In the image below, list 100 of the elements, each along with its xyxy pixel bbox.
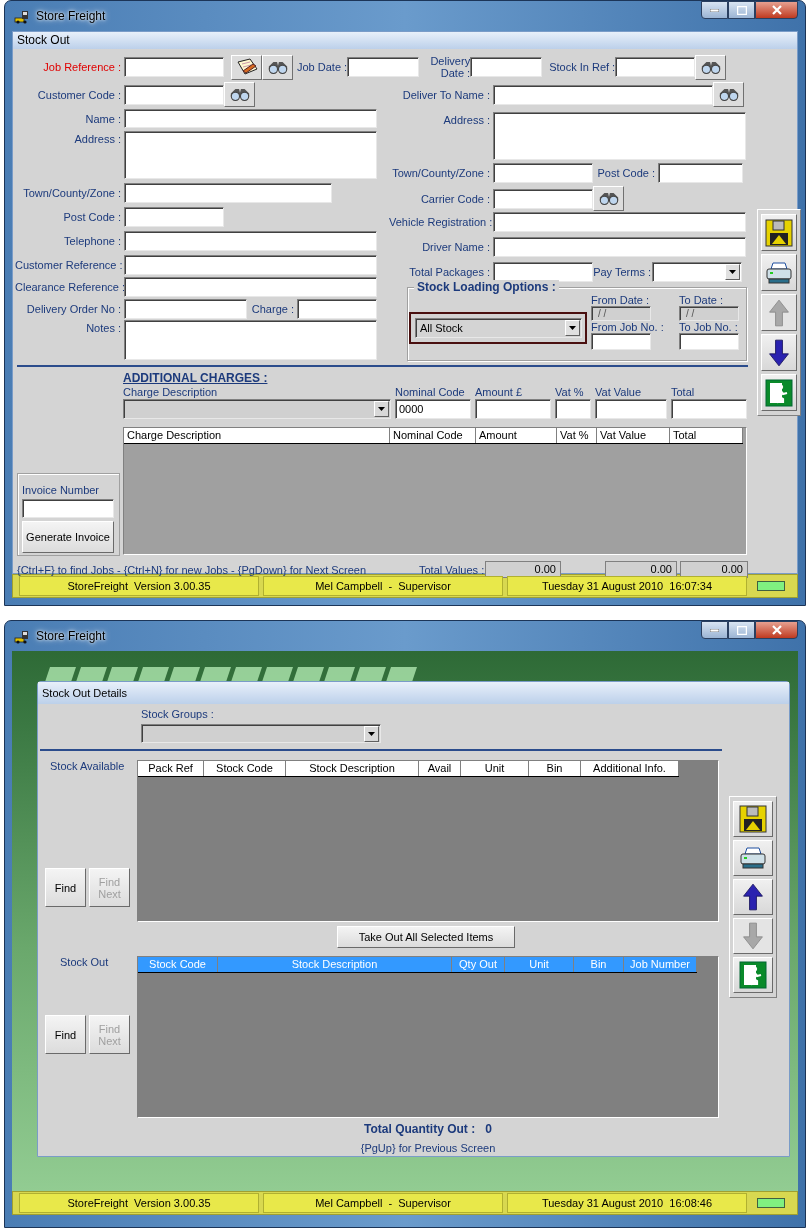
maximize-button[interactable] xyxy=(728,1,755,19)
search-button[interactable] xyxy=(695,54,727,80)
shortcut-hint: {PgUp} for Previous Screen xyxy=(360,1142,496,1154)
invoice-number-field[interactable] xyxy=(22,499,114,518)
pay-terms-dropdown[interactable] xyxy=(652,262,742,282)
save-button[interactable] xyxy=(733,801,773,837)
delivery-address-field[interactable] xyxy=(493,112,746,160)
total-quantity-value: 0 xyxy=(485,1122,492,1136)
printer-icon xyxy=(739,844,767,872)
stock-filter-dropdown[interactable]: All Stock xyxy=(415,318,582,338)
dropdown-arrow-icon xyxy=(569,326,576,330)
customer-code-field[interactable] xyxy=(124,84,224,105)
form-title: Stock Out Details xyxy=(42,687,127,699)
find-button[interactable]: Find xyxy=(45,868,86,907)
delivery-date-field[interactable] xyxy=(470,57,543,77)
charge-field[interactable] xyxy=(297,299,377,319)
column-header[interactable]: Nominal Code xyxy=(390,428,476,443)
post-code-field[interactable] xyxy=(124,207,224,227)
field-label: Stock In Ref : xyxy=(549,61,616,73)
print-button[interactable] xyxy=(761,254,797,291)
field-label: Town/County/Zone : xyxy=(391,167,491,179)
stock-in-ref-field[interactable] xyxy=(615,57,696,77)
binoculars-icon xyxy=(597,192,620,205)
deliver-to-name-field[interactable] xyxy=(493,84,713,105)
form-title: Stock Out xyxy=(17,33,70,47)
vehicle-registration-field[interactable] xyxy=(493,212,746,232)
job-number-field[interactable] xyxy=(679,333,739,350)
up-arrow-icon xyxy=(741,882,765,912)
search-button[interactable] xyxy=(593,186,624,211)
delivery-town-field[interactable] xyxy=(493,163,593,183)
minimize-button[interactable] xyxy=(701,1,728,19)
minimize-button[interactable] xyxy=(701,621,728,639)
input-label: Charge Description xyxy=(123,386,219,398)
field-label: Address : xyxy=(442,113,491,126)
status-panel: StoreFreight Version 3.00.35 xyxy=(19,576,259,596)
window-title: Store Freight xyxy=(36,9,106,23)
options-title: Stock Loading Options : xyxy=(414,280,559,294)
search-button[interactable] xyxy=(224,82,255,107)
carrier-code-field[interactable] xyxy=(493,188,593,209)
field-label: Total Packages : xyxy=(408,266,491,278)
charge-input-field[interactable] xyxy=(555,399,591,419)
generate-invoice-button[interactable]: Generate Invoice xyxy=(22,521,114,553)
job-reference-field[interactable] xyxy=(124,57,224,77)
column-header[interactable]: Unit xyxy=(461,761,529,776)
column-header[interactable]: Vat % xyxy=(557,428,597,443)
column-header[interactable]: Avail xyxy=(419,761,461,776)
charge-input-field[interactable] xyxy=(671,399,747,419)
clearance-reference-field[interactable] xyxy=(124,277,377,297)
search-button[interactable] xyxy=(713,82,744,107)
column-header[interactable]: Bin xyxy=(529,761,581,776)
column-header[interactable]: Charge Description xyxy=(124,428,390,443)
job-date-field[interactable] xyxy=(347,57,420,77)
charge-input-field[interactable]: 0000 xyxy=(395,399,471,419)
search-button[interactable] xyxy=(262,54,293,80)
town-field[interactable] xyxy=(124,183,332,203)
charge-input-field[interactable] xyxy=(595,399,667,419)
exit-button[interactable] xyxy=(761,374,797,411)
field-label: From Job No. : xyxy=(591,321,665,333)
column-header[interactable]: Amount xyxy=(476,428,557,443)
close-button[interactable] xyxy=(755,621,798,639)
name-field[interactable] xyxy=(124,109,377,128)
column-header[interactable]: Stock Code xyxy=(204,761,286,776)
exit-button[interactable] xyxy=(733,957,773,993)
find-button[interactable]: Find xyxy=(45,1015,86,1054)
column-header[interactable]: Vat Value xyxy=(597,428,670,443)
notes-field[interactable] xyxy=(124,320,377,360)
field-label: Telephone : xyxy=(63,235,122,247)
address-field[interactable] xyxy=(124,131,377,179)
column-header[interactable]: Stock Description xyxy=(286,761,419,776)
job-number-field[interactable] xyxy=(591,333,651,350)
delivery-order-field[interactable] xyxy=(124,299,247,319)
delivery-post-code-field[interactable] xyxy=(658,163,743,183)
down-arrow-icon xyxy=(741,921,765,951)
maximize-button[interactable] xyxy=(728,621,755,639)
status-indicator xyxy=(757,581,785,591)
close-button[interactable] xyxy=(755,1,798,19)
field-label: To Job No. : xyxy=(679,321,739,333)
column-header[interactable]: Additional Info. xyxy=(581,761,679,776)
total-packages-field[interactable] xyxy=(493,262,593,282)
field-label: Job Reference : xyxy=(42,61,122,73)
totals-label: Total Values : xyxy=(419,563,485,576)
note-pencil-icon xyxy=(234,58,259,76)
take-out-button[interactable]: Take Out All Selected Items xyxy=(337,926,515,948)
save-button[interactable] xyxy=(761,214,797,251)
charge-input-field[interactable] xyxy=(475,399,551,419)
exit-sign-icon xyxy=(765,378,793,407)
next-screen-button[interactable] xyxy=(761,334,797,371)
input-label: Vat Value xyxy=(595,386,643,398)
previous-screen-button[interactable] xyxy=(733,879,773,915)
input-label: Total xyxy=(671,386,696,398)
column-header[interactable]: Pack Ref xyxy=(138,761,204,776)
driver-name-field[interactable] xyxy=(493,237,746,257)
telephone-field[interactable] xyxy=(124,231,377,251)
section-title: ADDITIONAL CHARGES : xyxy=(123,371,269,385)
status-panel: StoreFreight Version 3.00.35 xyxy=(19,1193,259,1213)
edit-button[interactable] xyxy=(231,54,262,80)
column-header[interactable]: Total xyxy=(670,428,743,443)
customer-reference-field[interactable] xyxy=(124,255,377,275)
print-button[interactable] xyxy=(733,840,773,876)
status-panel: Tuesday 31 August 2010 16:08:46 xyxy=(507,1193,747,1213)
